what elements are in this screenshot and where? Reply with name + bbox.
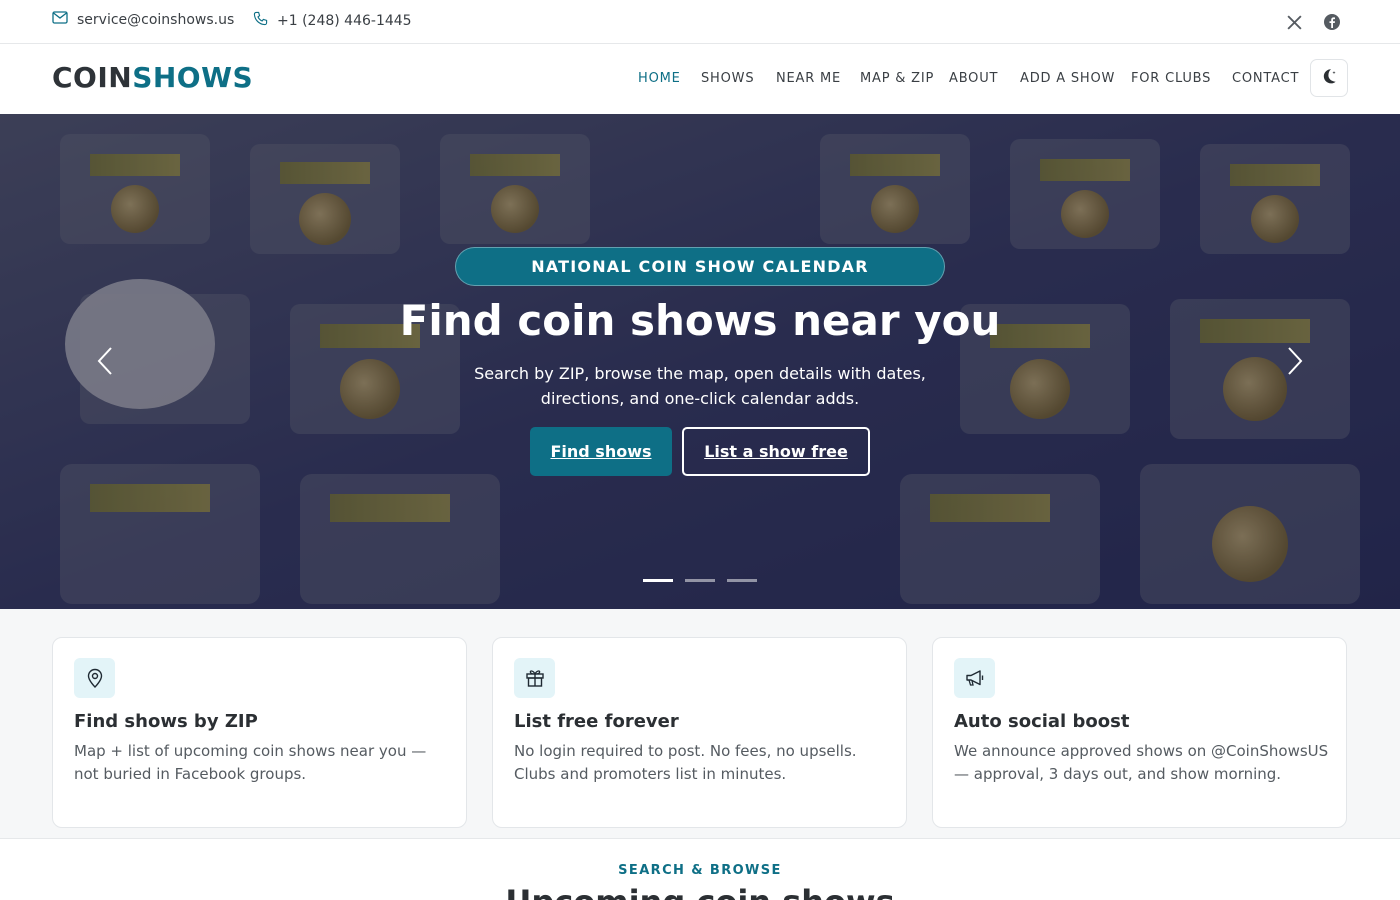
carousel-indicator-1[interactable] [643,579,673,582]
hero-subtitle: Search by ZIP, browse the map, open deta… [474,364,926,408]
main-navbar: COINSHOWS HOME SHOWS NEAR ME MAP & ZIP A… [0,44,1400,114]
nav-near-me[interactable]: NEAR ME [776,71,841,86]
site-logo[interactable]: COINSHOWS [52,61,253,94]
nav-map-zip[interactable]: MAP & ZIP [860,71,934,86]
carousel-next-button[interactable] [1280,346,1310,376]
feature-card-free: List free forever No login required to p… [492,637,907,828]
envelope-icon [52,11,68,28]
find-shows-button[interactable]: Find shows [530,427,672,476]
email-text: service@coinshows.us [77,11,235,28]
nav-shows[interactable]: SHOWS [701,71,754,86]
feature-title: List free forever [514,711,679,732]
feature-card-zip: Find shows by ZIP Map + list of upcoming… [52,637,467,828]
chevron-left-icon [97,347,112,375]
facebook-icon[interactable] [1321,11,1343,33]
hero-badge: NATIONAL COIN SHOW CALENDAR [455,247,945,286]
moon-icon [1320,67,1338,89]
hero-carousel: NATIONAL COIN SHOW CALENDAR Find coin sh… [0,114,1400,609]
feature-card-social: Auto social boost We announce approved s… [932,637,1347,828]
nav-for-clubs[interactable]: FOR CLUBS [1131,71,1211,86]
x-icon[interactable] [1283,11,1305,33]
nav-home[interactable]: HOME [638,71,681,86]
list-show-button[interactable]: List a show free [682,427,870,476]
chevron-right-icon [1288,347,1303,375]
carousel-prev-button[interactable] [90,346,120,376]
phone-link[interactable]: +1 (248) 446-1445 [253,11,412,30]
section-eyebrow: SEARCH & BROWSE [618,863,782,878]
feature-text: No login required to post. No fees, no u… [514,742,857,783]
top-contact-bar: service@coinshows.us +1 (248) 446-1445 [0,0,1400,44]
gift-icon [525,670,544,687]
feature-title: Find shows by ZIP [74,711,258,732]
hero-title: Find coin shows near you [399,296,1001,345]
feature-title: Auto social boost [954,711,1130,732]
nav-add-a-show[interactable]: ADD A SHOW [1020,71,1115,86]
upcoming-shows-section: SEARCH & BROWSE Upcoming coin shows [0,838,1400,900]
carousel-indicator-3[interactable] [727,579,757,582]
map-pin-icon [87,668,102,688]
feature-text: Map + list of upcoming coin shows near y… [74,742,427,783]
email-link[interactable]: service@coinshows.us [52,11,234,28]
section-title: Upcoming coin shows [0,883,1400,900]
nav-contact[interactable]: CONTACT [1232,71,1299,86]
nav-about[interactable]: ABOUT [949,71,998,86]
phone-text: +1 (248) 446-1445 [277,12,412,29]
theme-toggle-button[interactable] [1310,59,1348,97]
phone-icon [253,11,268,30]
feature-text: We announce approved shows on @CoinShows… [954,742,1329,783]
megaphone-icon [965,670,983,686]
carousel-indicator-2[interactable] [685,579,715,582]
